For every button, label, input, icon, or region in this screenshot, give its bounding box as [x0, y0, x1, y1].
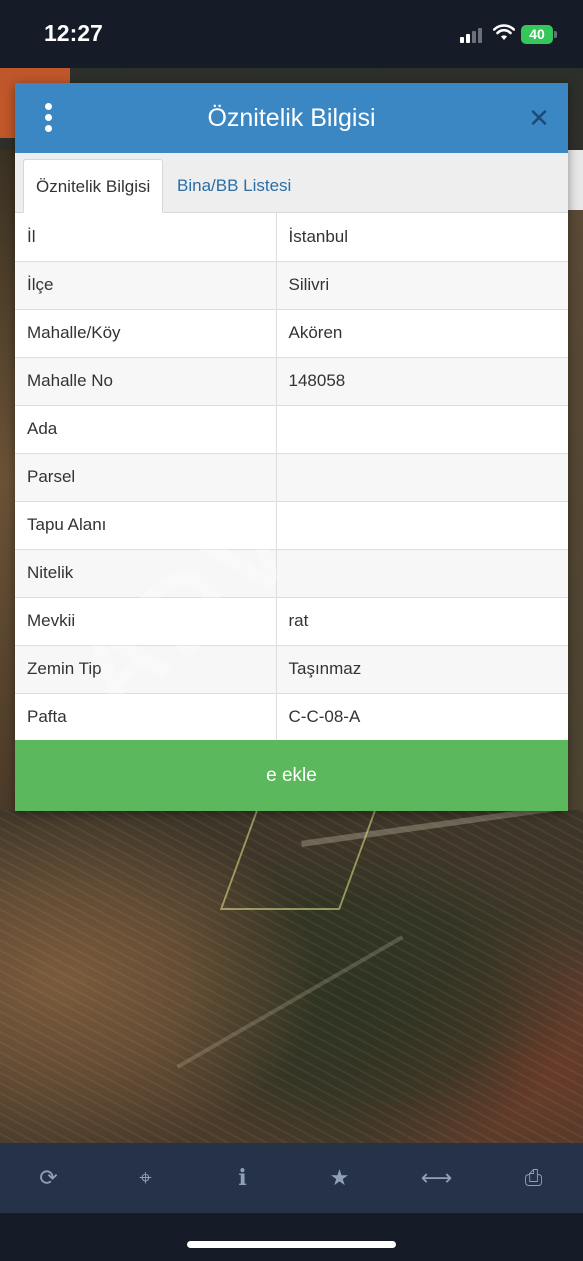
close-icon[interactable]: ✕	[526, 105, 552, 131]
map-edge-left	[0, 150, 15, 810]
attribute-key: Mahalle/Köy	[15, 309, 277, 358]
battery-tip	[554, 31, 557, 38]
refresh-icon[interactable]: ⟳	[0, 1143, 97, 1213]
attribute-key: Ada	[15, 405, 277, 454]
map-edge-right	[568, 150, 583, 810]
attribute-value: Akören	[276, 309, 568, 358]
attribute-key: Parsel	[15, 453, 277, 502]
attribute-key: İl	[15, 213, 277, 262]
attribute-value	[276, 405, 568, 454]
attribute-key: Tapu Alanı	[15, 501, 277, 550]
attribute-value: rat	[276, 597, 568, 646]
table-row: Nitelik	[15, 549, 568, 598]
measure-icon[interactable]: ⟷	[388, 1143, 485, 1213]
table-row: Pafta C-C-08-A	[15, 693, 568, 742]
table-row: İlçe Silivri	[15, 261, 568, 310]
dialog-header: Öznitelik Bilgisi ✕	[15, 83, 568, 153]
home-area	[0, 1213, 583, 1261]
attribute-value	[276, 501, 568, 550]
attribute-value	[276, 453, 568, 502]
attribute-key: Pafta	[15, 693, 277, 742]
attribute-value: Taşınmaz	[276, 645, 568, 694]
attribute-value: 148058	[276, 357, 568, 406]
battery-icon: 40	[521, 25, 553, 44]
tab-attribute-info[interactable]: Öznitelik Bilgisi	[23, 159, 164, 213]
print-icon[interactable]: ⎙	[485, 1143, 582, 1213]
table-row: Zemin Tip Taşınmaz	[15, 645, 568, 694]
bottom-toolbar: ⟳ ⌖ i ★ ⟷ ⎙	[0, 1143, 583, 1213]
table-row: Mevkii rat	[15, 597, 568, 646]
status-time: 12:27	[44, 20, 103, 46]
info-icon[interactable]: i	[194, 1143, 291, 1213]
signal-icon	[460, 27, 486, 43]
attribute-key: Zemin Tip	[15, 645, 277, 694]
home-indicator[interactable]	[187, 1241, 396, 1248]
dialog-title: Öznitelik Bilgisi	[207, 104, 376, 132]
wifi-icon	[493, 24, 515, 40]
table-row: Parsel	[15, 453, 568, 502]
attribute-key: Mahalle No	[15, 357, 277, 406]
table-row: Mahalle No 148058	[15, 357, 568, 406]
tab-building-list[interactable]: Bina/BB Listesi	[165, 159, 303, 213]
table-row: İl İstanbul	[15, 213, 568, 262]
attribute-dialog: Öznitelik Bilgisi ✕ Öznitelik Bilgisi Bi…	[15, 83, 568, 811]
attribute-key: Mevkii	[15, 597, 277, 646]
attribute-value: Silivri	[276, 261, 568, 310]
status-bar: 12:27 40	[0, 0, 583, 68]
attribute-value	[276, 549, 568, 598]
attribute-key: Nitelik	[15, 549, 277, 598]
attribute-table: İl İstanbul İlçe Silivri Mahalle/Köy Akö…	[15, 213, 568, 742]
attribute-value: C-C-08-A	[276, 693, 568, 742]
attribute-value: İstanbul	[276, 213, 568, 262]
star-icon[interactable]: ★	[291, 1143, 388, 1213]
kebab-icon[interactable]	[41, 103, 57, 133]
locate-icon[interactable]: ⌖	[97, 1143, 194, 1213]
tab-bar: Öznitelik Bilgisi Bina/BB Listesi	[15, 153, 568, 213]
attribute-key: İlçe	[15, 261, 277, 310]
table-row: Ada	[15, 405, 568, 454]
table-row: Mahalle/Köy Akören	[15, 309, 568, 358]
table-row: Tapu Alanı	[15, 501, 568, 550]
add-button[interactable]: e ekle	[15, 740, 568, 811]
